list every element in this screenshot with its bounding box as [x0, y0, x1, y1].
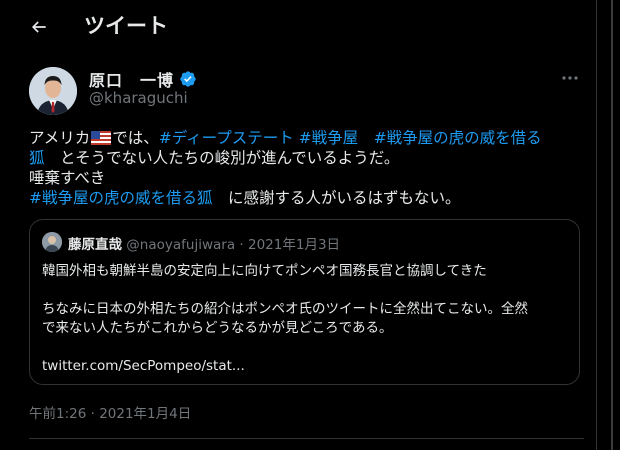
- quoted-line: ちなみに日本の外相たちの紹介はポンペオ氏のツイートに全然出てこない。全然: [42, 301, 528, 317]
- us-flag-icon: [91, 131, 112, 145]
- quoted-date: 2021年1月3日: [248, 237, 341, 253]
- author-name-line: 原口 一博: [89, 67, 197, 91]
- tweet-text-segment: に感謝する人がいるはずもない。: [228, 189, 461, 207]
- more-options-icon: [562, 76, 578, 80]
- quoted-link[interactable]: twitter.com/SecPompeo/stat...: [42, 357, 570, 376]
- back-arrow-icon: [31, 21, 46, 33]
- tweet-text-segment: とそうでない人たちの峻別が進んでいるようだ。: [60, 149, 400, 167]
- quoted-avatar-image: [42, 232, 62, 252]
- quoted-spacer: [42, 281, 570, 300]
- quoted-body: 韓国外相も朝鮮半島の安定向上に向けてポンペオ国務長官と協調してきた ちなみに日本…: [42, 262, 570, 376]
- quoted-spacer: [42, 338, 570, 357]
- tweet-line: 狐 とそうでない人たちの峻別が進んでいるようだ。: [29, 148, 584, 168]
- quoted-line: で来ない人たちがこれからどうなるかが見どころである。: [42, 320, 393, 336]
- avatar-image: [29, 67, 77, 115]
- page-title: ツイート: [84, 14, 168, 38]
- verified-badge-icon: [180, 71, 196, 87]
- quoted-author-handle: @naoyafujiwara: [126, 237, 236, 253]
- quoted-line: 韓国外相も朝鮮半島の安定向上に向けてポンペオ国務長官と協調してきた: [42, 263, 487, 279]
- author-display-name[interactable]: 原口 一博: [89, 67, 174, 91]
- scroll-gutter: [600, 0, 620, 450]
- tweet-line: アメリカ では、#ディープステート #戦争屋 #戦争屋の虎の威を借る: [29, 128, 584, 148]
- quoted-author-name: 藤原直哉: [68, 237, 122, 253]
- quoted-separator: ·: [239, 237, 244, 253]
- tweet-timestamp[interactable]: 午前1:26 · 2021年1月4日: [29, 402, 191, 422]
- avatar[interactable]: [29, 67, 77, 115]
- hashtag-link[interactable]: #戦争屋: [299, 129, 359, 147]
- tweet-text-segment: アメリカ: [29, 129, 91, 147]
- quoted-avatar: [42, 232, 62, 252]
- more-options-button[interactable]: [558, 68, 582, 88]
- tweet-detail-panel: ツイート 原口 一博 @kharaguchi アメリカ では、#ディープステート …: [0, 0, 597, 450]
- hashtag-link[interactable]: 狐: [29, 149, 45, 167]
- tweet-text-segment: 唾棄すべき: [29, 169, 106, 187]
- quoted-header: 藤原直哉 @naoyafujiwara · 2021年1月3日: [68, 233, 340, 253]
- quoted-tweet-card[interactable]: 藤原直哉 @naoyafujiwara · 2021年1月3日 韓国外相も朝鮮半…: [29, 219, 580, 385]
- back-button[interactable]: [24, 12, 54, 42]
- tweet-line: 唾棄すべき: [29, 168, 584, 188]
- divider: [29, 438, 584, 439]
- scrollbar[interactable]: [611, 0, 613, 450]
- tweet-text: アメリカ では、#ディープステート #戦争屋 #戦争屋の虎の威を借る 狐 とそうで…: [29, 128, 584, 208]
- header: ツイート: [0, 0, 597, 53]
- author-handle[interactable]: @kharaguchi: [89, 89, 188, 107]
- tweet-text-segment: では、: [112, 129, 159, 147]
- hashtag-link[interactable]: #ディープステート: [159, 129, 294, 147]
- tweet-line: #戦争屋の虎の威を借る狐 に感謝する人がいるはずもない。: [29, 188, 584, 208]
- hashtag-link[interactable]: #戦争屋の虎の威を借る狐: [29, 189, 213, 207]
- hashtag-link[interactable]: #戦争屋の虎の威を借る: [374, 129, 542, 147]
